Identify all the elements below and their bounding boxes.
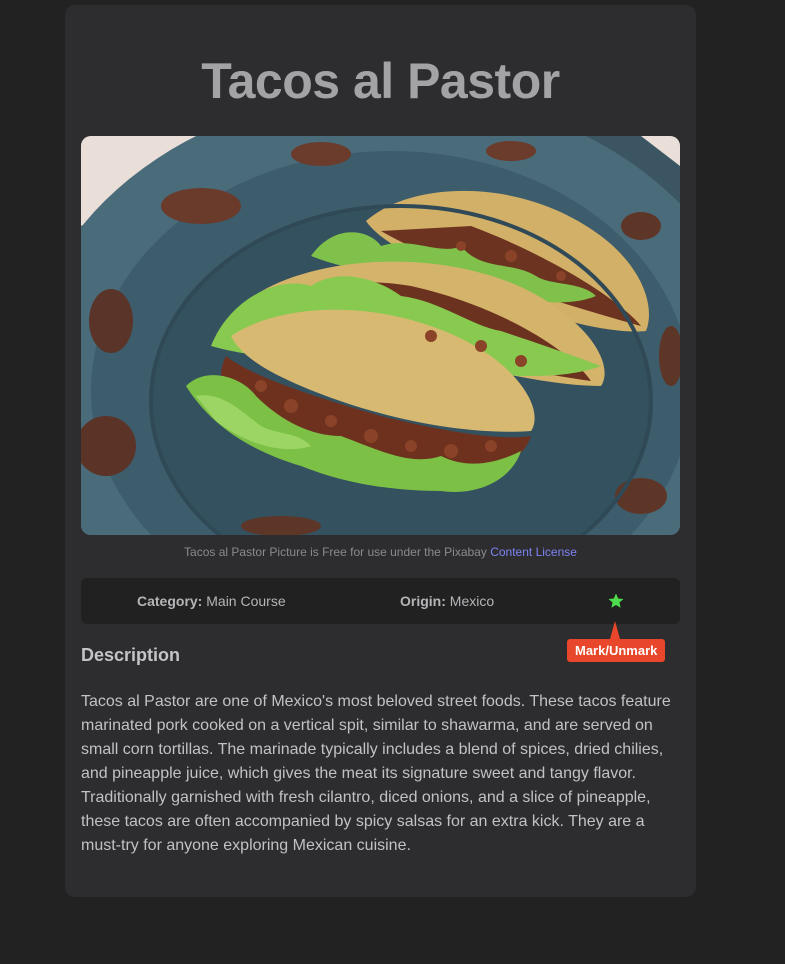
image-credit-text: Tacos al Pastor Picture is Free for use … bbox=[184, 545, 487, 559]
description-heading: Description bbox=[81, 645, 181, 665]
description-text: Tacos al Pastor are one of Mexico's most… bbox=[81, 693, 671, 854]
origin-label: Origin: bbox=[400, 593, 446, 609]
content-license-link[interactable]: Content License bbox=[490, 545, 577, 559]
recipe-photo bbox=[81, 136, 680, 535]
recipe-card: Tacos al Pastor Tacos al Pastor Picture … bbox=[65, 5, 696, 897]
category-value: Main Course bbox=[206, 593, 286, 609]
recipe-meta-bar: Category: Main Course Origin: Mexico bbox=[81, 578, 680, 624]
category-info: Category: Main Course bbox=[137, 593, 286, 609]
origin-value: Mexico bbox=[449, 593, 495, 609]
origin-info: Origin: Mexico bbox=[400, 593, 494, 609]
star-icon[interactable] bbox=[607, 592, 625, 610]
category-label: Category: bbox=[137, 593, 203, 609]
mark-unmark-tooltip: Mark/Unmark bbox=[567, 621, 666, 662]
image-credit: Tacos al Pastor Picture is Free for use … bbox=[65, 545, 696, 559]
recipe-title: Tacos al Pastor bbox=[201, 53, 560, 109]
